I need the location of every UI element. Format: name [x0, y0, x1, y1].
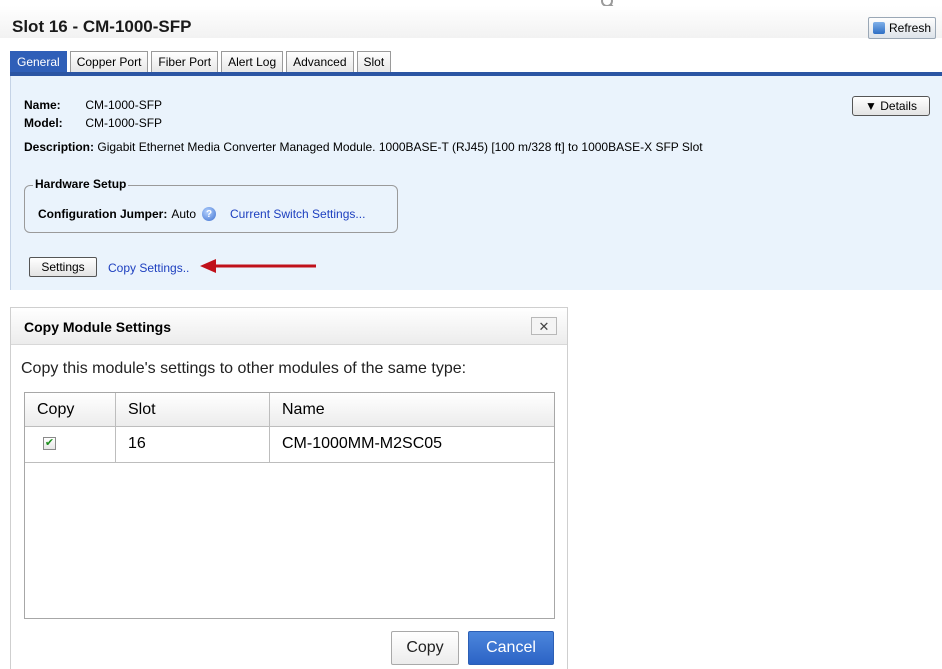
table-header: Copy Slot Name [25, 393, 554, 427]
name-row: Name: CM-1000-SFP [24, 98, 162, 112]
tab-fiber-port[interactable]: Fiber Port [151, 51, 219, 72]
name-value: CM-1000-SFP [85, 98, 163, 112]
tab-slot[interactable]: Slot [356, 51, 392, 72]
red-arrow-icon [200, 259, 316, 273]
model-label: Model: [24, 116, 63, 130]
modules-table: Copy Slot Name ✔ 16 CM-1000MM-M2SC05 [24, 392, 555, 619]
tab-advanced[interactable]: Advanced [286, 51, 354, 72]
column-header-copy[interactable]: Copy [25, 393, 116, 426]
help-icon[interactable]: ? [202, 207, 217, 221]
refresh-button[interactable]: Refresh [868, 17, 936, 39]
tab-general[interactable]: General [10, 51, 67, 72]
name-cell: CM-1000MM-M2SC05 [282, 435, 443, 452]
cancel-button[interactable]: Cancel [468, 631, 554, 665]
current-switch-settings-link[interactable]: Current Switch Settings... [230, 207, 365, 221]
tab-alert-log[interactable]: Alert Log [221, 51, 284, 72]
close-icon[interactable]: ✕ [531, 317, 557, 335]
description-label: Description: [24, 140, 95, 154]
page-title: Slot 16 - CM-1000-SFP [12, 17, 192, 36]
name-label: Name: [24, 98, 61, 112]
copy-settings-link[interactable]: Copy Settings.. [108, 261, 189, 275]
tab-bar: General Copper Port Fiber Port Alert Log… [10, 51, 392, 73]
dialog-titlebar: Copy Module Settings ✕ [11, 308, 567, 345]
tab-copper-port[interactable]: Copper Port [69, 51, 149, 72]
page-header: Slot 16 - CM-1000-SFP Refresh [0, 6, 942, 39]
slot-cell: 16 [116, 426, 270, 462]
copy-checkbox[interactable]: ✔ [43, 437, 56, 450]
jumper-value: Auto [171, 207, 197, 221]
settings-button[interactable]: Settings [29, 257, 97, 277]
description-row: Description: Gigabit Ethernet Media Conv… [24, 140, 703, 154]
refresh-icon [872, 22, 885, 34]
copy-button[interactable]: Copy [391, 631, 459, 665]
column-header-slot[interactable]: Slot [116, 393, 270, 426]
details-button[interactable]: ▼ Details [852, 96, 930, 116]
column-header-name[interactable]: Name [270, 393, 554, 426]
model-row: Model: CM-1000-SFP [24, 116, 162, 130]
jumper-label: Configuration Jumper: [38, 207, 168, 221]
hardware-setup-legend: Hardware Setup [33, 177, 129, 191]
copy-cell: ✔ [25, 426, 116, 462]
copy-module-settings-dialog: Copy Module Settings ✕ Copy this module'… [10, 307, 568, 669]
table-row[interactable]: ✔ 16 CM-1000MM-M2SC05 [25, 426, 554, 463]
description-value: Gigabit Ethernet Media Converter Managed… [97, 140, 703, 154]
refresh-label: Refresh [888, 21, 932, 35]
dialog-title: Copy Module Settings [24, 319, 171, 335]
configuration-jumper-row: Configuration Jumper: Auto ? Current Swi… [38, 207, 365, 221]
model-value: CM-1000-SFP [85, 116, 163, 130]
dialog-message: Copy this module's settings to other mod… [21, 360, 467, 377]
